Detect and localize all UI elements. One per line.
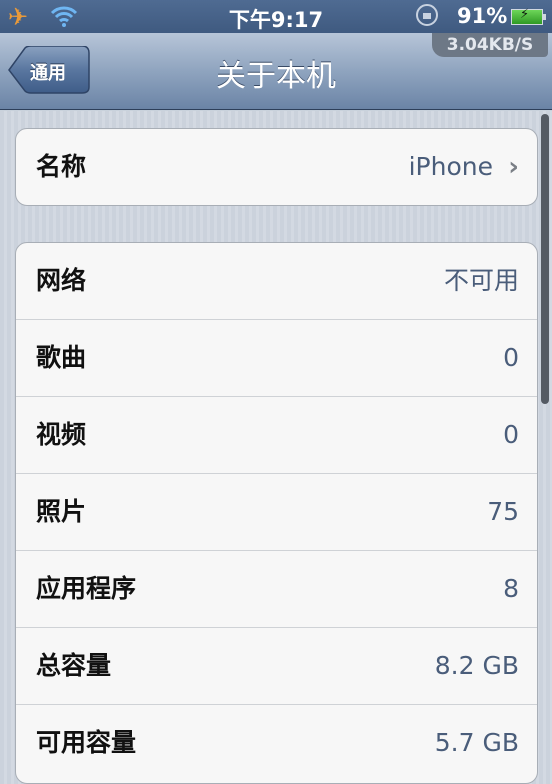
row-value: iPhone — [408, 152, 493, 181]
rotation-lock-icon — [416, 4, 438, 26]
status-bar: ✈ 下午9:17 91% — [0, 0, 552, 33]
row-label: 总容量 — [36, 651, 112, 680]
row-value: 不可用 — [443, 266, 519, 295]
row-label: 歌曲 — [36, 343, 87, 372]
chevron-right-icon: › — [508, 152, 519, 182]
page-title: 关于本机 — [216, 59, 336, 94]
row-songs: 歌曲 0 — [16, 319, 537, 396]
row-label: 名称 — [36, 152, 87, 181]
row-value: 8 — [503, 574, 519, 603]
row-photos: 照片 75 — [16, 473, 537, 550]
row-value: 75 — [487, 497, 519, 526]
name-group: 名称 iPhone › — [15, 128, 538, 206]
row-value: 0 — [503, 343, 519, 372]
row-name[interactable]: 名称 iPhone › — [16, 129, 537, 205]
row-capacity: 总容量 8.2 GB — [16, 627, 537, 704]
row-label: 照片 — [36, 497, 87, 526]
scrollbar[interactable] — [541, 114, 549, 404]
battery-charging-icon — [511, 7, 546, 25]
row-videos: 视频 0 — [16, 396, 537, 473]
navigation-bar: 3.04KB/S 通用 关于本机 — [0, 33, 552, 110]
row-value: 8.2 GB — [434, 651, 519, 680]
row-label: 网络 — [36, 266, 87, 295]
row-applications: 应用程序 8 — [16, 550, 537, 627]
info-group: 网络 不可用 歌曲 0 视频 0 照片 75 应用程序 8 总容量 8.2 GB… — [15, 242, 538, 784]
row-value: 0 — [503, 420, 519, 449]
row-label: 应用程序 — [36, 574, 137, 603]
row-label: 可用容量 — [36, 728, 137, 757]
battery-percent: 91% — [457, 4, 508, 28]
row-label: 视频 — [36, 420, 87, 449]
row-value: 5.7 GB — [434, 728, 519, 757]
row-network: 网络 不可用 — [16, 243, 537, 319]
row-available: 可用容量 5.7 GB — [16, 704, 537, 781]
